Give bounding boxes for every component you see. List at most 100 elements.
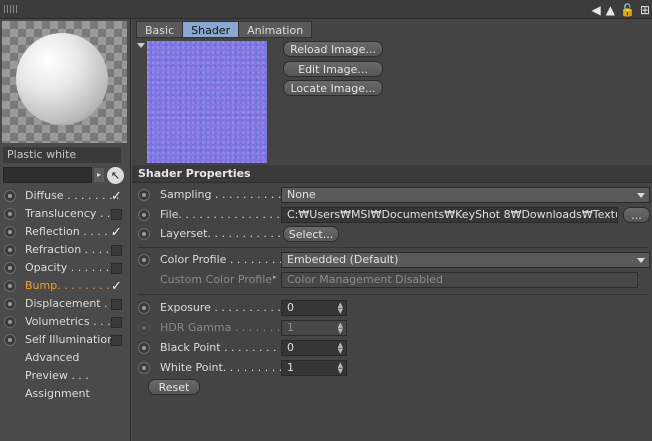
divider: [138, 247, 648, 248]
white-point-keyframe-icon[interactable]: [138, 362, 150, 374]
channel-item[interactable]: Displacement . . .: [0, 295, 131, 313]
black-point-row: Black Point . . . . . . . . . 0 ▲ ▼: [132, 338, 652, 358]
channel-radio-icon[interactable]: [4, 334, 16, 346]
mode-left-arrow-icon[interactable]: ◀: [592, 2, 601, 18]
material-name-field[interactable]: Plastic white: [3, 147, 121, 163]
channel-radio-icon[interactable]: [4, 226, 16, 238]
custom-color-profile-row: Custom Color Profile ▸ Color Management …: [132, 270, 652, 290]
pick-cursor-icon[interactable]: ↖: [107, 167, 124, 184]
channel-radio-icon[interactable]: [4, 316, 16, 328]
black-point-label: Black Point . . . . . . . . .: [160, 341, 284, 354]
material-search-row: ▸ ↖: [3, 167, 128, 184]
channel-label: Displacement . . .: [25, 297, 122, 310]
black-point-keyframe-icon[interactable]: [138, 342, 150, 354]
channel-enable-checkbox[interactable]: ✓: [111, 280, 122, 293]
channel-item[interactable]: Volumetrics . . . .: [0, 313, 131, 331]
channel-radio-icon[interactable]: [4, 298, 16, 310]
sampling-keyframe-icon[interactable]: [138, 189, 150, 201]
channel-label: Translucency . . .: [25, 207, 118, 220]
stepper-arrows-icon[interactable]: ▲ ▼: [338, 342, 343, 355]
sampling-row: Sampling . . . . . . . . . . . . None: [132, 185, 652, 205]
channel-enable-checkbox[interactable]: ✓: [111, 190, 122, 203]
exposure-row: Exposure . . . . . . . . . . . . 0 ▲ ▼: [132, 298, 652, 318]
sampling-value: None: [287, 188, 316, 201]
stepper-arrows-icon: ▲ ▼: [337, 321, 343, 335]
tab-bar: Basic Shader Animation: [136, 21, 313, 38]
title-bar: ◀ ▲ 🔓 ⊞: [0, 0, 652, 19]
file-browse-button[interactable]: ...: [623, 207, 650, 223]
color-profile-keyframe-icon[interactable]: [138, 254, 150, 266]
texture-thumbnail[interactable]: [147, 41, 267, 163]
channel-item[interactable]: Translucency . . .: [0, 205, 131, 223]
channel-enable-checkbox[interactable]: [111, 263, 122, 274]
stepper-arrows-icon[interactable]: ▲ ▼: [338, 362, 343, 375]
layerset-select-button[interactable]: Select...: [283, 226, 339, 242]
drag-grip-icon[interactable]: [4, 5, 18, 13]
channel-extra-item[interactable]: Advanced: [0, 349, 131, 367]
color-profile-value: Embedded (Default): [287, 253, 399, 266]
reset-button[interactable]: Reset: [148, 379, 200, 395]
color-profile-dropdown[interactable]: Embedded (Default): [281, 252, 650, 268]
white-point-input[interactable]: 1 ▲ ▼: [281, 360, 347, 376]
material-preview[interactable]: [2, 21, 127, 143]
expand-arrow-icon[interactable]: ▸: [94, 168, 104, 182]
channel-extra-item[interactable]: Assignment: [0, 385, 131, 403]
channel-enable-checkbox[interactable]: [111, 209, 122, 220]
channel-radio-icon[interactable]: [4, 208, 16, 220]
channel-label: Reflection . . . . .: [25, 225, 115, 238]
channel-item[interactable]: Opacity . . . . . . .: [0, 259, 131, 277]
channel-enable-checkbox[interactable]: [111, 245, 122, 256]
shader-panel: Basic Shader Animation Reload Image... Edi…: [132, 19, 652, 441]
custom-color-profile-field: Color Management Disabled: [281, 272, 638, 288]
color-profile-label: Color Profile . . . . . . . . .: [160, 253, 290, 266]
channel-item[interactable]: Refraction . . . . .: [0, 241, 131, 259]
channel-enable-checkbox[interactable]: [111, 317, 122, 328]
exposure-keyframe-icon[interactable]: [138, 302, 150, 314]
channel-radio-icon[interactable]: [4, 262, 16, 274]
stepper-arrows-icon[interactable]: ▲ ▼: [338, 302, 343, 315]
channel-item[interactable]: Reflection . . . . . ✓: [0, 223, 131, 241]
tab-basic[interactable]: Basic: [136, 21, 184, 38]
edit-image-button[interactable]: Edit Image...: [283, 61, 383, 77]
channel-list: Diffuse . . . . . . . . ✓ Translucency . .…: [0, 187, 131, 403]
pointer-arrow-icon[interactable]: ▲: [606, 2, 615, 18]
black-point-input[interactable]: 0 ▲ ▼: [281, 340, 347, 356]
channel-label: Opacity . . . . . . .: [25, 261, 117, 274]
channel-extra-item[interactable]: Preview . . .: [0, 367, 131, 385]
white-point-label: White Point. . . . . . . . .: [160, 361, 283, 374]
add-panel-icon[interactable]: ⊞: [640, 2, 650, 18]
channel-radio-icon[interactable]: [4, 190, 16, 202]
channel-item[interactable]: Diffuse . . . . . . . . ✓: [0, 187, 131, 205]
hdr-gamma-keyframe-icon: [138, 322, 150, 334]
material-search-input[interactable]: [3, 167, 92, 183]
chevron-down-icon: [637, 258, 645, 263]
channel-enable-checkbox[interactable]: ✓: [111, 226, 122, 239]
tab-shader[interactable]: Shader: [182, 21, 240, 38]
file-keyframe-icon[interactable]: [138, 209, 150, 221]
file-label: File. . . . . . . . . . . . . . . . .: [160, 208, 294, 221]
layerset-keyframe-icon[interactable]: [138, 228, 150, 240]
channel-label: Volumetrics . . . .: [25, 315, 118, 328]
white-point-row: White Point. . . . . . . . . 1 ▲ ▼: [132, 358, 652, 378]
black-point-value: 0: [287, 341, 294, 354]
locate-image-button[interactable]: Locate Image...: [283, 80, 383, 96]
layerset-row: Layerset. . . . . . . . . . . . . Select…: [132, 224, 652, 244]
channel-radio-icon[interactable]: [4, 244, 16, 256]
channel-label: Self Illumination: [25, 333, 115, 346]
custom-color-profile-label: Custom Color Profile: [160, 273, 273, 286]
channel-item[interactable]: Bump. . . . . . . . . ✓: [0, 277, 131, 295]
exposure-input[interactable]: 0 ▲ ▼: [281, 300, 347, 316]
channel-enable-checkbox[interactable]: [111, 299, 122, 310]
channel-label: Diffuse . . . . . . . .: [25, 189, 120, 202]
tab-animation[interactable]: Animation: [238, 21, 313, 38]
channel-radio-icon[interactable]: [4, 280, 16, 292]
lock-icon[interactable]: 🔓: [620, 2, 635, 18]
file-path-field[interactable]: C:₩Users₩MSI₩Documents₩KeyShot 8₩Downloa…: [281, 207, 618, 223]
channel-item[interactable]: Self Illumination: [0, 331, 131, 349]
color-profile-row: Color Profile . . . . . . . . . Embedded…: [132, 250, 652, 270]
texture-menu-triangle-icon[interactable]: [137, 43, 145, 48]
channel-enable-checkbox[interactable]: [111, 335, 122, 346]
sampling-dropdown[interactable]: None: [281, 187, 650, 203]
reload-image-button[interactable]: Reload Image...: [283, 41, 383, 57]
white-point-value: 1: [287, 361, 294, 374]
